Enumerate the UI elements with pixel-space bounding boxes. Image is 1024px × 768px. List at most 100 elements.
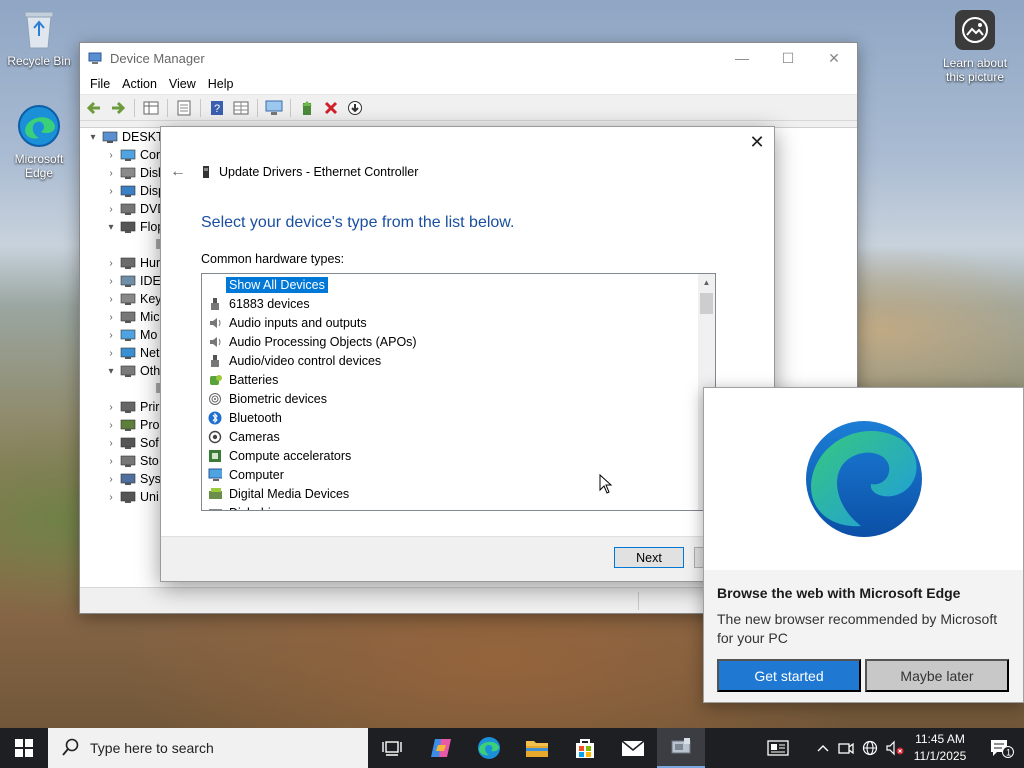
maybe-later-button[interactable]: Maybe later — [865, 659, 1009, 692]
hardware-type-item[interactable]: Audio inputs and outputs — [208, 313, 370, 332]
action-center-button[interactable]: 1 — [978, 728, 1024, 768]
back-button[interactable]: ← — [169, 163, 187, 181]
tree-item[interactable]: › Cor — [104, 146, 160, 164]
hardware-type-label: Biometric devices — [229, 391, 327, 406]
hardware-type-item[interactable]: Cameras — [208, 427, 283, 446]
copilot-button[interactable] — [417, 728, 465, 768]
uninstall-device-icon[interactable] — [321, 98, 341, 118]
expand-arrow-icon[interactable]: › — [104, 438, 118, 449]
maximize-button[interactable]: ☐ — [765, 43, 811, 73]
help-icon[interactable]: ? — [207, 98, 227, 118]
menu-view[interactable]: View — [163, 77, 202, 91]
collapse-arrow-icon[interactable]: ▾ — [104, 366, 118, 377]
forward-arrow-icon[interactable] — [108, 98, 128, 118]
show-hidden-icons-button[interactable] — [814, 728, 832, 768]
hardware-type-item[interactable]: Computer — [208, 465, 287, 484]
clock[interactable]: 11:45 AM 11/1/2025 — [908, 731, 972, 765]
hardware-type-item[interactable]: Show All Devices — [208, 275, 328, 294]
news-widget-button[interactable] — [760, 728, 796, 768]
edge-taskbar-button[interactable] — [465, 728, 513, 768]
expand-arrow-icon[interactable]: › — [104, 348, 118, 359]
menu-help[interactable]: Help — [202, 77, 240, 91]
mail-button[interactable] — [609, 728, 657, 768]
hardware-type-item[interactable]: Batteries — [208, 370, 281, 389]
expand-arrow-icon[interactable]: › — [104, 204, 118, 215]
taskbar-search[interactable]: Type here to search — [48, 728, 368, 768]
scroll-thumb[interactable] — [700, 293, 713, 314]
menu-file[interactable]: File — [84, 77, 116, 91]
hardware-type-item[interactable]: Bluetooth — [208, 408, 285, 427]
hardware-types-list[interactable]: Disk drives Digital Media Devices Computer… — [201, 273, 716, 511]
expand-arrow-icon[interactable]: › — [104, 330, 118, 341]
tree-item[interactable]: › DVD — [104, 200, 166, 218]
disk-icon — [208, 506, 222, 510]
tree-item[interactable]: › Mic — [104, 308, 159, 326]
expand-arrow-icon[interactable]: › — [104, 312, 118, 323]
expand-arrow-icon[interactable]: › — [104, 258, 118, 269]
system-icon — [120, 472, 136, 486]
network-button[interactable] — [860, 728, 880, 768]
tree-item[interactable]: › Net — [104, 344, 159, 362]
desktop-icon-edge[interactable]: Microsoft Edge — [4, 104, 74, 180]
desktop-icon-recycle-bin[interactable]: Recycle Bin — [4, 6, 74, 68]
volume-button[interactable] — [884, 728, 906, 768]
collapse-arrow-icon[interactable]: ▾ — [104, 222, 118, 233]
dialog-close-button[interactable]: ✕ — [746, 131, 768, 153]
close-button[interactable]: ✕ — [811, 43, 857, 73]
expand-arrow-icon[interactable]: › — [104, 294, 118, 305]
tree-item[interactable]: › Sto — [104, 452, 158, 470]
tree-item[interactable]: ▾ Flop — [104, 218, 164, 236]
device-manager-taskbar-button[interactable] — [657, 728, 705, 768]
tree-item[interactable]: › Disp — [104, 182, 165, 200]
grid-view-icon[interactable] — [231, 98, 251, 118]
tree-item[interactable]: › Pro — [104, 416, 159, 434]
hardware-type-item[interactable]: Disk drives — [208, 503, 293, 510]
expand-arrow-icon[interactable]: › — [104, 474, 118, 485]
title-bar[interactable]: Device Manager — ☐ ✕ — [80, 43, 857, 73]
learn-about-picture[interactable]: Learn about this picture — [938, 10, 1012, 84]
expand-arrow-icon[interactable]: › — [104, 456, 118, 467]
expand-arrow-icon[interactable]: › — [104, 492, 118, 503]
hardware-type-item[interactable]: 61883 devices — [208, 294, 313, 313]
tree-item[interactable]: ▾ Oth — [104, 362, 160, 380]
enable-device-icon[interactable] — [345, 98, 365, 118]
menu-action[interactable]: Action — [116, 77, 163, 91]
meet-now-button[interactable] — [836, 728, 856, 768]
tree-item[interactable]: › Mo — [104, 326, 157, 344]
tree-item[interactable]: › Disl — [104, 164, 161, 182]
hardware-type-item[interactable]: Compute accelerators — [208, 446, 354, 465]
expand-arrow-icon[interactable]: › — [104, 402, 118, 413]
store-button[interactable] — [561, 728, 609, 768]
properties-grid-icon[interactable] — [141, 98, 161, 118]
update-driver-icon[interactable] — [297, 98, 317, 118]
software-icon — [120, 436, 136, 450]
next-button[interactable]: Next — [614, 547, 684, 568]
tree-item[interactable]: › IDE — [104, 272, 161, 290]
tree-item[interactable]: › Hur — [104, 254, 160, 272]
tree-item[interactable]: › Sys — [104, 470, 161, 488]
hardware-type-item[interactable]: Biometric devices — [208, 389, 330, 408]
tree-item[interactable]: › Uni — [104, 488, 158, 506]
expand-arrow-icon[interactable]: › — [104, 276, 118, 287]
get-started-button[interactable]: Get started — [717, 659, 861, 692]
scroll-up-icon[interactable]: ▲ — [698, 276, 715, 290]
start-button[interactable] — [0, 728, 48, 768]
hardware-type-item[interactable]: Digital Media Devices — [208, 484, 352, 503]
back-arrow-icon[interactable] — [84, 98, 104, 118]
expand-arrow-icon[interactable]: › — [104, 186, 118, 197]
tree-item[interactable]: › Key — [104, 290, 161, 308]
expand-arrow-icon[interactable]: › — [104, 168, 118, 179]
collapse-arrow-icon[interactable]: ▾ — [86, 132, 100, 143]
properties-sheet-icon[interactable] — [174, 98, 194, 118]
hardware-type-item[interactable]: Audio Processing Objects (APOs) — [208, 332, 420, 351]
hardware-type-item[interactable]: Audio/video control devices — [208, 351, 384, 370]
file-explorer-button[interactable] — [513, 728, 561, 768]
tree-item[interactable]: › Sof — [104, 434, 158, 452]
task-view-button[interactable] — [368, 728, 416, 768]
tree-item[interactable]: › Prir — [104, 398, 159, 416]
scan-hardware-icon[interactable] — [264, 98, 284, 118]
expand-arrow-icon[interactable]: › — [104, 420, 118, 431]
minimize-button[interactable]: — — [719, 43, 765, 73]
dialog-header-text: Update Drivers - Ethernet Controller — [219, 165, 419, 179]
expand-arrow-icon[interactable]: › — [104, 150, 118, 161]
